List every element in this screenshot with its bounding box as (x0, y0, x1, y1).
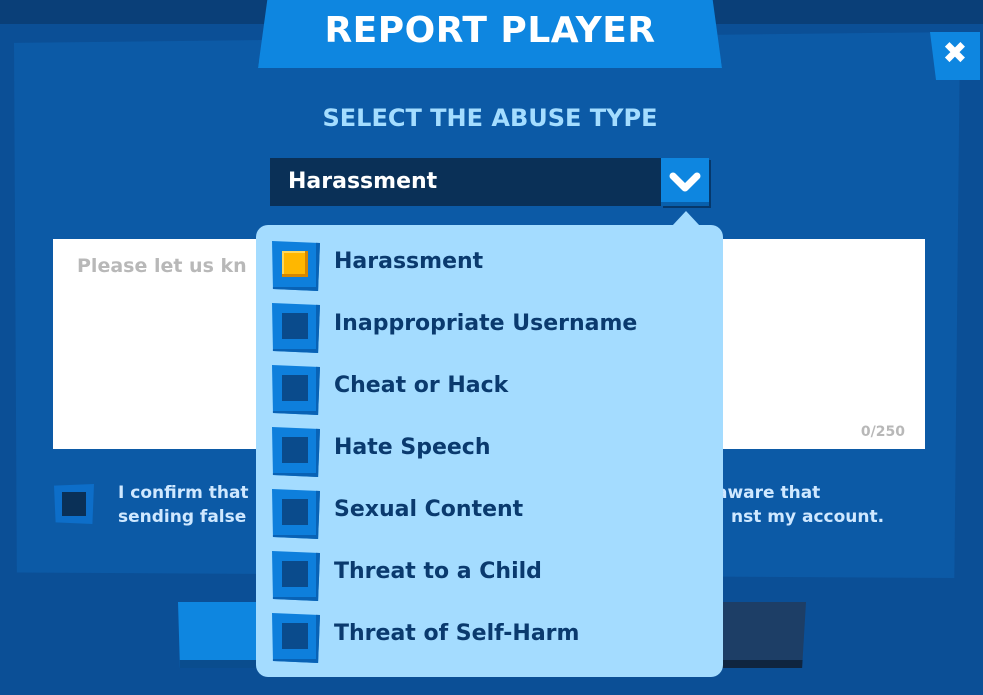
checkbox-mark (282, 313, 308, 339)
option-label: Sexual Content (334, 497, 524, 522)
option-checkbox[interactable] (272, 303, 320, 353)
checkbox-mark (282, 623, 308, 649)
option-sexual-content[interactable]: Sexual Content (272, 489, 712, 539)
option-threat-of-self-harm[interactable]: Threat of Self-Harm (272, 613, 712, 663)
abuse-type-heading: SELECT THE ABUSE TYPE (322, 104, 658, 132)
checkbox-mark (282, 561, 308, 587)
option-label: Cheat or Hack (334, 373, 509, 398)
dropdown-toggle-button[interactable] (661, 158, 709, 206)
abuse-type-select[interactable]: Harassment (270, 158, 662, 206)
option-harassment[interactable]: Harassment (272, 241, 712, 291)
option-checkbox[interactable] (272, 241, 320, 291)
option-label: Threat of Self-Harm (334, 621, 580, 646)
close-button[interactable]: ✖ (930, 32, 980, 80)
confirm-checkbox-mark (62, 492, 86, 516)
confirm-checkbox[interactable] (54, 484, 94, 524)
confirm-text-line2-end: nst my account. (731, 507, 885, 527)
option-label: Inappropriate Username (334, 311, 638, 336)
option-checkbox[interactable] (272, 427, 320, 477)
option-label: Threat to a Child (334, 559, 542, 584)
selected-abuse-type: Harassment (288, 169, 438, 194)
confirm-text-line1-end: aware that (716, 483, 821, 503)
abuse-type-dropdown: Harassment Inappropriate Username Cheat … (256, 225, 723, 677)
confirm-text-line1-start: I confirm that (118, 483, 249, 503)
checkbox-mark (282, 499, 308, 525)
option-hate-speech[interactable]: Hate Speech (272, 427, 712, 477)
option-inappropriate-username[interactable]: Inappropriate Username (272, 303, 712, 353)
report-details-placeholder: Please let us kn (77, 255, 247, 277)
option-checkbox[interactable] (272, 613, 320, 663)
option-checkbox[interactable] (272, 365, 320, 415)
option-threat-to-a-child[interactable]: Threat to a Child (272, 551, 712, 601)
checkbox-mark (282, 375, 308, 401)
option-cheat-or-hack[interactable]: Cheat or Hack (272, 365, 712, 415)
option-checkbox[interactable] (272, 489, 320, 539)
character-counter: 0/250 (860, 424, 905, 440)
dialog-title: REPORT PLAYER (324, 10, 656, 51)
dropdown-pointer (672, 211, 700, 226)
confirm-text-line2-start: sending false (118, 507, 247, 527)
option-label: Harassment (334, 249, 484, 274)
option-checkbox[interactable] (272, 551, 320, 601)
chevron-down-icon (669, 172, 701, 192)
checkbox-mark (282, 251, 308, 277)
option-label: Hate Speech (334, 435, 491, 460)
checkbox-mark (282, 437, 308, 463)
close-icon: ✖ (942, 36, 968, 71)
